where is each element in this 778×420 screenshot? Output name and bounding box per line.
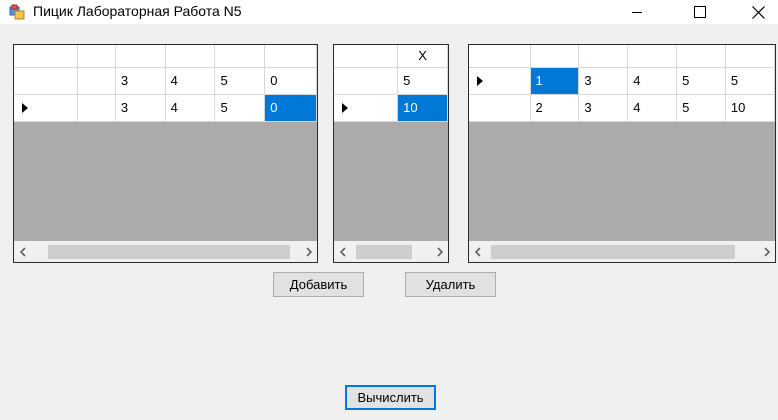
grid-middle-header-row: X — [334, 45, 448, 68]
scroll-left-button[interactable] — [14, 242, 31, 262]
maximize-icon — [694, 6, 706, 18]
row-pointer-icon — [22, 102, 28, 113]
maximize-button[interactable] — [677, 0, 723, 24]
grid-left-cell[interactable]: 3 — [115, 94, 166, 122]
app-window-icon — [9, 4, 25, 20]
grid-right-corner-header[interactable] — [469, 45, 531, 68]
grid-right-row-header[interactable] — [469, 94, 531, 122]
grid-middle-row: 10 — [334, 94, 448, 122]
scroll-left-button[interactable] — [334, 242, 351, 262]
window-title: Пицик Лабораторная Работа N5 — [33, 3, 242, 19]
grid-left-cell[interactable] — [77, 94, 116, 122]
scroll-right-button[interactable] — [300, 242, 317, 262]
grid-right-row: 2 3 4 5 10 — [469, 94, 775, 122]
row-pointer-icon — [342, 102, 348, 113]
data-grid-middle[interactable]: X 5 10 — [333, 44, 449, 263]
grid-right-column-header[interactable] — [578, 45, 629, 68]
grid-left-column-header[interactable] — [165, 45, 216, 68]
grid-left-hscrollbar[interactable] — [14, 241, 317, 262]
grid-left-cell[interactable]: 4 — [165, 67, 216, 95]
chevron-right-icon — [305, 247, 312, 257]
grid-right-cell[interactable]: 3 — [578, 67, 629, 95]
grid-right-cell[interactable]: 3 — [578, 94, 629, 122]
scroll-left-button[interactable] — [469, 242, 486, 262]
scroll-right-button[interactable] — [431, 242, 448, 262]
minimize-icon — [632, 12, 642, 13]
chevron-left-icon — [339, 247, 346, 257]
grid-left-table: 3 4 5 0 3 4 5 0 — [14, 45, 317, 122]
grid-left-cell[interactable]: 0 — [264, 67, 317, 95]
grid-left-cell[interactable]: 5 — [214, 67, 266, 95]
title-bar: Пицик Лабораторная Работа N5 — [0, 0, 778, 24]
grid-right-cell[interactable]: 5 — [725, 67, 775, 95]
grid-right-cell[interactable]: 5 — [676, 94, 726, 122]
grid-left-cell[interactable]: 4 — [165, 94, 216, 122]
grid-middle-column-header-x[interactable]: X — [397, 45, 448, 68]
grid-left-cell[interactable]: 3 — [115, 67, 166, 95]
scroll-thumb[interactable] — [356, 245, 412, 259]
chevron-left-icon — [19, 247, 26, 257]
grid-right-cell[interactable]: 4 — [627, 94, 678, 122]
grid-right-header-row — [469, 45, 775, 68]
calculate-button[interactable]: Вычислить — [345, 385, 436, 410]
chevron-left-icon — [474, 247, 481, 257]
grid-right-table: 1 3 4 5 5 2 3 4 5 10 — [469, 45, 775, 122]
grid-left-cell-selected[interactable]: 0 — [264, 94, 317, 122]
grid-middle-hscrollbar[interactable] — [334, 241, 448, 262]
grid-right-cell[interactable]: 5 — [676, 67, 726, 95]
grid-left-cell[interactable] — [77, 67, 116, 95]
grid-middle-row: 5 — [334, 67, 448, 95]
scroll-right-button[interactable] — [758, 242, 775, 262]
grid-left-row: 3 4 5 0 — [14, 67, 317, 95]
chevron-right-icon — [763, 247, 770, 257]
grid-right-cell[interactable]: 10 — [725, 94, 775, 122]
delete-button[interactable]: Удалить — [405, 272, 496, 297]
grid-right-hscrollbar[interactable] — [469, 241, 775, 262]
grid-left-column-header[interactable] — [77, 45, 116, 68]
grid-right-cell[interactable]: 2 — [530, 94, 580, 122]
grid-middle-row-header[interactable] — [334, 94, 399, 122]
row-pointer-icon — [477, 75, 483, 86]
chevron-right-icon — [436, 247, 443, 257]
grid-middle-row-header[interactable] — [334, 67, 399, 95]
grid-right-column-header[interactable] — [676, 45, 726, 68]
grid-right-cell[interactable]: 4 — [627, 67, 678, 95]
grid-middle-cell[interactable]: 5 — [397, 67, 448, 95]
grid-right-row-header[interactable] — [469, 67, 531, 95]
data-grid-left[interactable]: 3 4 5 0 3 4 5 0 — [13, 44, 318, 263]
close-button[interactable] — [735, 0, 778, 24]
grid-right-column-header[interactable] — [627, 45, 678, 68]
grid-left-header-row — [14, 45, 317, 68]
grid-left-row-header[interactable] — [14, 94, 79, 122]
grid-right-row: 1 3 4 5 5 — [469, 67, 775, 95]
minimize-button[interactable] — [614, 0, 660, 24]
grid-right-column-header[interactable] — [530, 45, 580, 68]
grid-left-column-header[interactable] — [214, 45, 266, 68]
grid-left-cell[interactable]: 5 — [214, 94, 266, 122]
grid-left-row-header[interactable] — [14, 67, 79, 95]
grid-middle-cell-selected[interactable]: 10 — [397, 94, 448, 122]
grid-middle-corner-header[interactable] — [334, 45, 399, 68]
data-grid-right[interactable]: 1 3 4 5 5 2 3 4 5 10 — [468, 44, 776, 263]
grid-right-column-header[interactable] — [725, 45, 775, 68]
grid-middle-table: X 5 10 — [334, 45, 448, 122]
add-button[interactable]: Добавить — [273, 272, 364, 297]
scroll-thumb[interactable] — [48, 245, 290, 259]
close-icon — [751, 5, 765, 19]
grid-left-column-header[interactable] — [115, 45, 166, 68]
grid-left-corner-header[interactable] — [14, 45, 79, 68]
grid-left-column-header[interactable] — [264, 45, 317, 68]
grid-left-row: 3 4 5 0 — [14, 94, 317, 122]
scroll-thumb[interactable] — [491, 245, 735, 259]
grid-right-cell-selected[interactable]: 1 — [530, 67, 580, 95]
